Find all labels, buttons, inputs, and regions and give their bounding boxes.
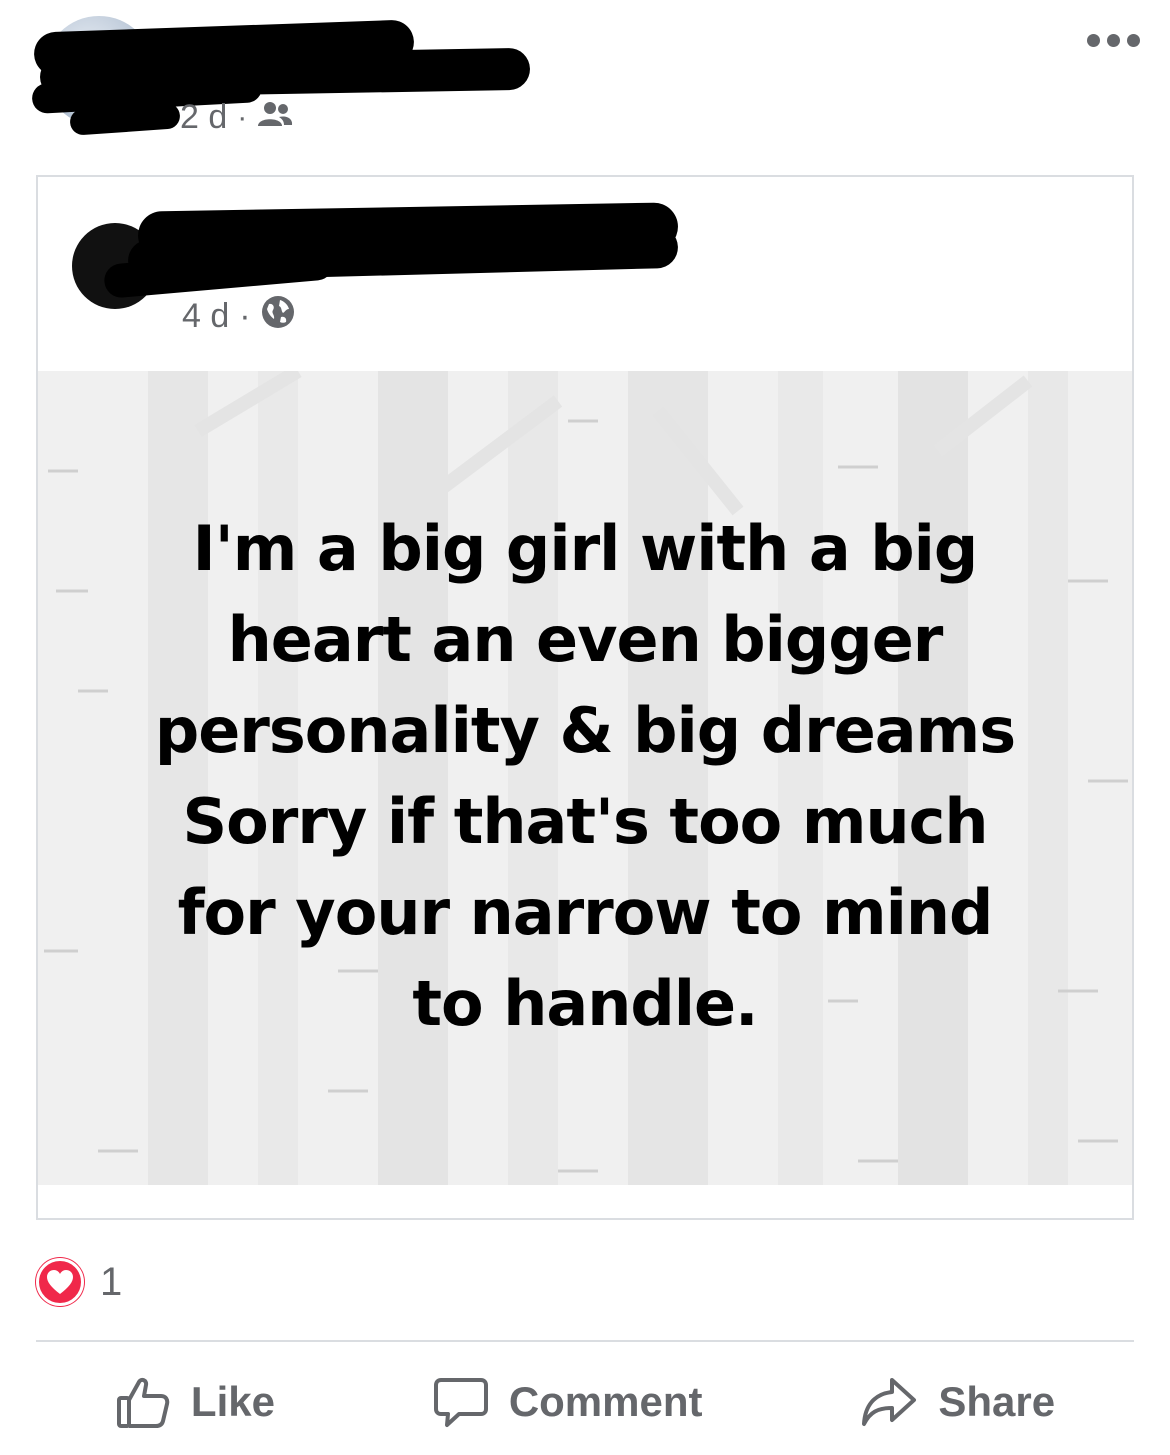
- comment-icon: [433, 1374, 489, 1430]
- post-header: 2 d ·: [0, 0, 1170, 160]
- reactions-summary[interactable]: 1: [36, 1258, 122, 1306]
- friends-icon: [257, 98, 293, 137]
- share-icon: [860, 1374, 918, 1430]
- post-meta: 2 d ·: [180, 98, 293, 137]
- shared-post-header: 4 d ·: [38, 177, 1132, 372]
- share-label: Share: [938, 1378, 1056, 1425]
- shared-post-time[interactable]: 4 d: [182, 297, 229, 336]
- quote-image[interactable]: I'm a big girl with a big heart an even …: [38, 371, 1132, 1185]
- quote-text: I'm a big girl with a big heart an even …: [154, 512, 1016, 1040]
- meta-separator: ·: [239, 297, 251, 335]
- reaction-count: 1: [100, 1259, 123, 1304]
- comment-label: Comment: [508, 1378, 703, 1425]
- share-button[interactable]: Share: [860, 1374, 1055, 1430]
- post-time[interactable]: 2 d: [180, 98, 227, 137]
- like-button[interactable]: Like: [115, 1374, 275, 1430]
- shared-post-meta: 4 d ·: [182, 295, 295, 338]
- meta-separator: ·: [237, 100, 248, 134]
- thumbs-up-icon: [115, 1374, 171, 1430]
- more-options-icon[interactable]: [1087, 34, 1140, 47]
- comment-button[interactable]: Comment: [433, 1374, 703, 1430]
- globe-icon: [261, 295, 295, 338]
- like-label: Like: [190, 1378, 275, 1425]
- divider: [36, 1340, 1134, 1342]
- post-actions: Like Comment Share: [36, 1360, 1134, 1444]
- heart-icon: [36, 1258, 84, 1306]
- shared-post-card[interactable]: 4 d · I'm a big girl with a big heart an…: [36, 175, 1134, 1220]
